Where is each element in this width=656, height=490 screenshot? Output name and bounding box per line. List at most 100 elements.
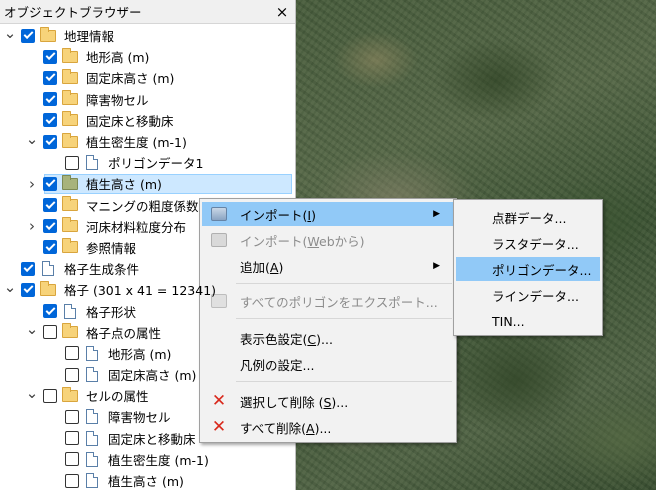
chevron-down-icon[interactable]: ⌄ xyxy=(2,278,18,296)
chevron-right-icon[interactable]: › xyxy=(24,217,40,235)
document-icon xyxy=(84,430,102,446)
tree-item[interactable]: ⌄ 地理情報 xyxy=(0,24,294,46)
submenu-item-tin[interactable]: TIN... xyxy=(456,309,600,333)
tree-item[interactable]: 地形高 (m) xyxy=(0,46,294,67)
document-icon xyxy=(40,261,58,277)
tree-item-label: 参照情報 xyxy=(86,240,137,256)
folder-icon xyxy=(40,280,58,298)
chevron-down-icon[interactable]: ⌄ xyxy=(24,320,40,338)
tree-item[interactable]: 植生密生度 (m-1) xyxy=(0,449,294,470)
tree-item-checkbox[interactable] xyxy=(43,198,57,213)
tree-item[interactable]: › 植生高さ (m) xyxy=(0,173,294,194)
tree-item[interactable]: ポリゴンデータ1 xyxy=(0,152,294,173)
tree-item[interactable]: 植生高さ (m) xyxy=(0,470,294,490)
folder-icon xyxy=(62,90,80,107)
tree-item-checkbox[interactable] xyxy=(21,28,35,43)
tree-item-checkbox[interactable] xyxy=(65,409,79,424)
import-web-icon xyxy=(206,233,232,247)
folder-icon xyxy=(62,111,80,128)
chevron-right-icon[interactable]: › xyxy=(24,175,40,193)
folder-icon xyxy=(62,47,80,65)
document-icon xyxy=(84,345,102,361)
document-icon xyxy=(62,303,80,319)
menu-item-color-setting-label: 表示色設定(C)... xyxy=(240,331,333,347)
tree-item-checkbox[interactable] xyxy=(43,92,57,107)
menu-item-legend-label: 凡例の設定... xyxy=(240,357,315,373)
import-icon xyxy=(206,207,232,221)
chevron-down-icon[interactable]: ⌄ xyxy=(24,130,40,148)
tree-item-checkbox[interactable] xyxy=(65,367,79,382)
context-menu: インポート(I) ▶ インポート(Webから) 追加(A) ▶ すべてのポリゴン… xyxy=(199,198,457,443)
tree-item-checkbox[interactable] xyxy=(43,304,57,319)
menu-item-delete-all-label: すべて削除(A)... xyxy=(240,420,332,436)
tree-item-label: 河床材料粒度分布 xyxy=(86,219,187,235)
import-submenu: 点群データ... ラスタデータ... ポリゴンデータ... ラインデータ... … xyxy=(453,199,603,336)
menu-item-delete-selected[interactable]: ✕ 選択して削除 (S)... xyxy=(202,389,454,413)
menu-item-add[interactable]: 追加(A) ▶ xyxy=(202,254,454,278)
tree-item-checkbox[interactable] xyxy=(65,155,79,170)
tree-item-checkbox[interactable] xyxy=(21,282,35,297)
chevron-down-icon[interactable]: ⌄ xyxy=(2,24,18,42)
tree-item-label: 障害物セル xyxy=(86,92,149,108)
submenu-item-line[interactable]: ラインデータ... xyxy=(456,283,600,307)
submenu-item-polygon[interactable]: ポリゴンデータ... xyxy=(456,257,600,281)
menu-item-delete-all[interactable]: ✕ すべて削除(A)... xyxy=(202,415,454,439)
tree-item-label: 地形高 (m) xyxy=(86,50,150,66)
tree-item-label: ポリゴンデータ1 xyxy=(108,156,204,172)
folder-icon xyxy=(62,132,80,150)
tree-item-checkbox[interactable] xyxy=(43,176,57,191)
tree-item[interactable]: ⌄ 植生密生度 (m-1) xyxy=(0,130,294,152)
folder-icon xyxy=(62,238,80,255)
document-icon xyxy=(84,451,102,467)
menu-item-legend[interactable]: 凡例の設定... xyxy=(202,352,454,376)
menu-separator xyxy=(236,283,452,284)
tree-item-checkbox[interactable] xyxy=(43,113,57,128)
tree-item-checkbox[interactable] xyxy=(43,388,57,403)
tree-item-checkbox[interactable] xyxy=(43,134,57,149)
tree-item-checkbox[interactable] xyxy=(43,70,57,85)
folder-icon xyxy=(62,386,80,404)
tree-item[interactable]: 障害物セル xyxy=(0,89,294,110)
menu-item-import-label: インポート(I) xyxy=(240,207,316,223)
tree-item-label: 植生密生度 (m-1) xyxy=(86,135,187,151)
document-icon xyxy=(84,409,102,425)
tree-item-checkbox[interactable] xyxy=(65,431,79,446)
submenu-item-raster[interactable]: ラスタデータ... xyxy=(456,231,600,255)
tree-item-checkbox[interactable] xyxy=(65,452,79,467)
menu-item-export-all: すべてのポリゴンをエクスポート... xyxy=(202,289,454,313)
tree-item-label: 固定床高さ (m) xyxy=(108,368,197,384)
delete-icon: ✕ xyxy=(211,417,227,437)
folder-icon xyxy=(62,174,80,192)
submenu-item-point-cloud[interactable]: 点群データ... xyxy=(456,205,600,229)
close-icon[interactable]: × xyxy=(275,4,289,19)
tree-item-label: 地理情報 xyxy=(64,29,115,45)
chevron-down-icon[interactable]: ⌄ xyxy=(24,384,40,402)
submenu-arrow-icon: ▶ xyxy=(433,209,440,219)
tree-item-checkbox[interactable] xyxy=(21,261,35,276)
tree-item-checkbox[interactable] xyxy=(65,473,79,488)
menu-item-import-web-label: インポート(Webから) xyxy=(240,233,365,249)
tree-item-label: 障害物セル xyxy=(108,410,171,426)
delete-icon: ✕ xyxy=(211,391,227,411)
tree-item-label: 植生高さ (m) xyxy=(108,474,184,490)
tree-item-checkbox[interactable] xyxy=(43,219,57,234)
document-icon xyxy=(84,367,102,383)
folder-icon xyxy=(62,196,80,213)
tree-item[interactable]: 固定床高さ (m) xyxy=(0,67,294,88)
tree-item-checkbox[interactable] xyxy=(43,240,57,255)
object-browser-title: オブジェクトブラウザー xyxy=(4,5,142,20)
submenu-arrow-icon: ▶ xyxy=(433,261,440,271)
tree-item-checkbox[interactable] xyxy=(43,49,57,64)
folder-icon xyxy=(62,217,80,234)
tree-item-label: 地形高 (m) xyxy=(108,346,172,362)
tree-item-checkbox[interactable] xyxy=(65,346,79,361)
tree-item[interactable]: 固定床と移動床 xyxy=(0,110,294,131)
menu-item-import[interactable]: インポート(I) ▶ xyxy=(202,202,454,226)
tree-item-checkbox[interactable] xyxy=(43,325,57,340)
menu-item-color-setting[interactable]: 表示色設定(C)... xyxy=(202,326,454,350)
folder-icon xyxy=(62,323,80,340)
object-browser-header: オブジェクトブラウザー × xyxy=(0,0,295,24)
tree-item-label: マニングの粗度係数 xyxy=(86,198,199,214)
menu-item-import-web: インポート(Webから) xyxy=(202,228,454,252)
menu-item-export-all-label: すべてのポリゴンをエクスポート... xyxy=(240,294,438,310)
